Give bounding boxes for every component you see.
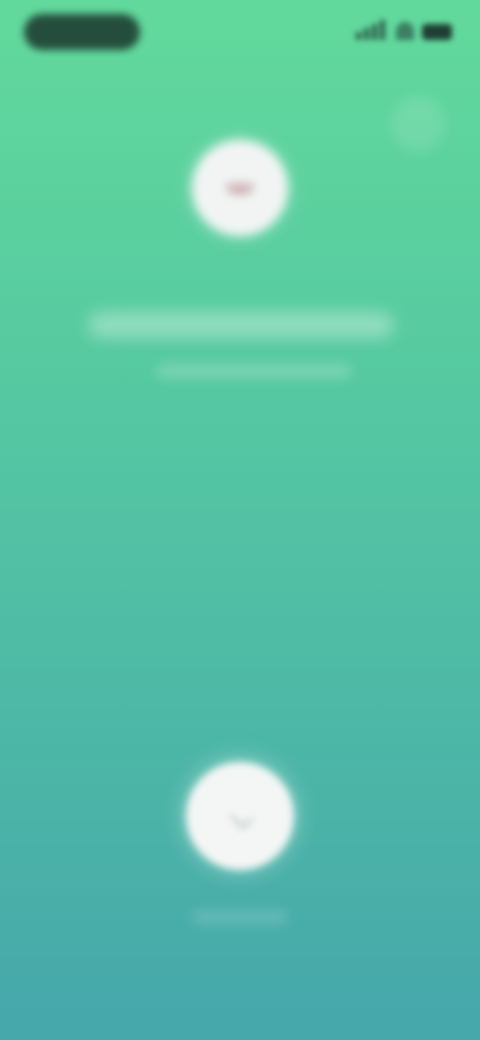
caller-name <box>40 306 440 346</box>
avatar-face-mark <box>226 184 254 194</box>
status-bar <box>0 0 480 64</box>
signal-bar <box>364 28 369 40</box>
status-time-pill[interactable] <box>24 14 140 50</box>
battery-icon <box>422 24 452 40</box>
call-status <box>120 360 360 382</box>
avatar-icon <box>192 140 288 236</box>
signal-icon <box>356 32 361 40</box>
status-icons <box>356 20 452 44</box>
call-action-button[interactable] <box>186 762 294 870</box>
minimize-icon[interactable] <box>390 96 446 152</box>
wifi-icon <box>396 22 414 40</box>
action-label <box>180 906 300 928</box>
signal-bar <box>372 24 377 40</box>
signal-bar <box>380 20 385 40</box>
call-action-icon <box>229 805 254 830</box>
